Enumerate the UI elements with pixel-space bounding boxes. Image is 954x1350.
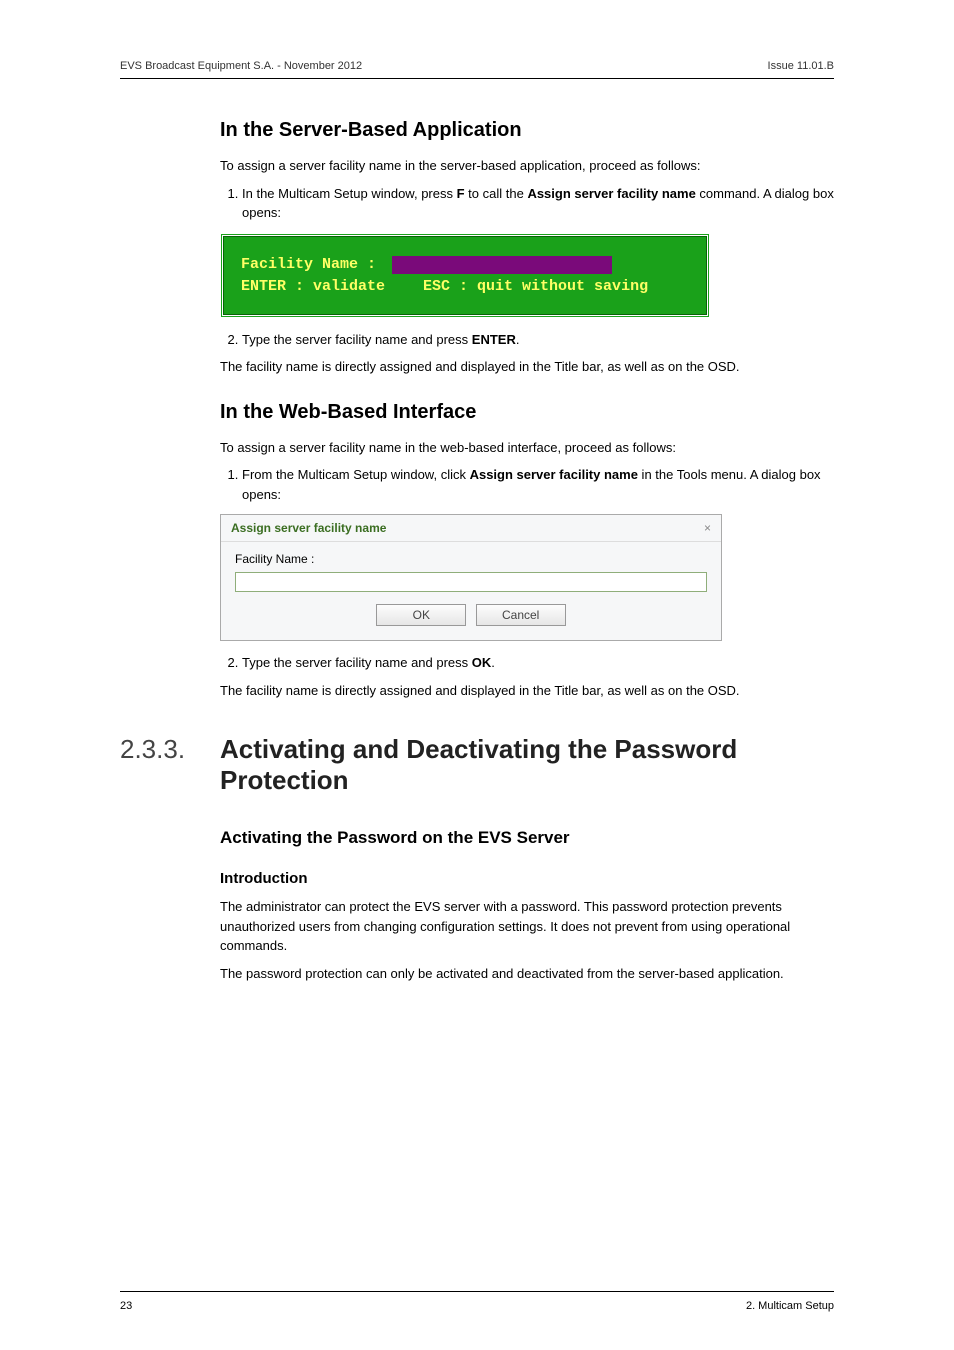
intro-p1: The administrator can protect the EVS se… bbox=[220, 897, 834, 956]
introduction-title: Introduction bbox=[220, 870, 834, 887]
server-step-1: In the Multicam Setup window, press F to… bbox=[242, 184, 834, 223]
section-web-outro: The facility name is directly assigned a… bbox=[220, 681, 834, 701]
terminal-facility-input[interactable] bbox=[392, 256, 612, 274]
dialog-title: Assign server facility name bbox=[231, 521, 386, 535]
section-server-title: In the Server-Based Application bbox=[220, 119, 834, 142]
terminal-dialog: Facility Name : ENTER : validate ESC : q… bbox=[220, 233, 710, 318]
web-dialog: Assign server facility name × Facility N… bbox=[220, 514, 722, 641]
section-server-outro: The facility name is directly assigned a… bbox=[220, 357, 834, 377]
intro-p2: The password protection can only be acti… bbox=[220, 964, 834, 984]
close-icon[interactable]: × bbox=[704, 521, 711, 535]
activating-password-title: Activating the Password on the EVS Serve… bbox=[220, 828, 834, 848]
footer-section: 2. Multicam Setup bbox=[746, 1300, 834, 1312]
section-number: 2.3.3. bbox=[120, 734, 220, 765]
terminal-enter-hint: ENTER : validate bbox=[241, 278, 385, 295]
dialog-facility-label: Facility Name : bbox=[235, 552, 707, 566]
server-step-2: Type the server facility name and press … bbox=[242, 330, 834, 350]
section-server-intro: To assign a server facility name in the … bbox=[220, 156, 834, 176]
section-web-intro: To assign a server facility name in the … bbox=[220, 438, 834, 458]
header-left: EVS Broadcast Equipment S.A. - November … bbox=[120, 60, 362, 72]
header-right: Issue 11.01.B bbox=[768, 60, 834, 72]
terminal-esc-hint: ESC : quit without saving bbox=[423, 278, 648, 295]
web-step-2: Type the server facility name and press … bbox=[242, 653, 834, 673]
web-step-1: From the Multicam Setup window, click As… bbox=[242, 465, 834, 504]
footer-page: 23 bbox=[120, 1300, 132, 1312]
section-web-title: In the Web-Based Interface bbox=[220, 401, 834, 424]
cancel-button[interactable]: Cancel bbox=[476, 604, 566, 626]
terminal-facility-label: Facility Name : bbox=[241, 256, 376, 273]
section-233-title: Activating and Deactivating the Password… bbox=[220, 734, 834, 796]
ok-button[interactable]: OK bbox=[376, 604, 466, 626]
dialog-facility-input[interactable] bbox=[235, 572, 707, 592]
